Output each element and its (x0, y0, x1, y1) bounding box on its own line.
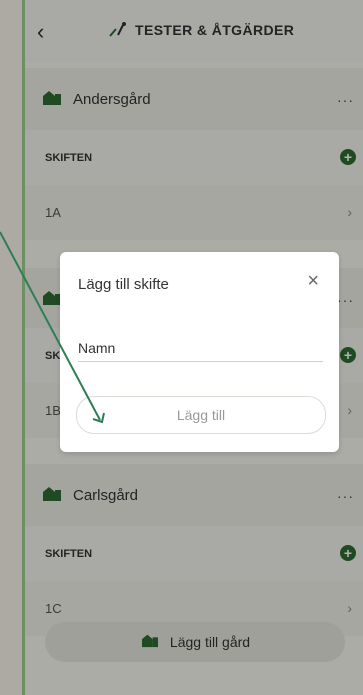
name-input-underline (78, 361, 323, 362)
add-field-submit-button[interactable]: Lägg till (76, 396, 326, 434)
close-icon: × (307, 270, 319, 292)
close-button[interactable]: × (307, 270, 319, 293)
add-field-modal: Lägg till skifte × Namn Lägg till (60, 252, 339, 452)
modal-title: Lägg till skifte (78, 276, 169, 293)
add-field-submit-label: Lägg till (176, 407, 226, 423)
name-input[interactable]: Namn (78, 340, 115, 356)
